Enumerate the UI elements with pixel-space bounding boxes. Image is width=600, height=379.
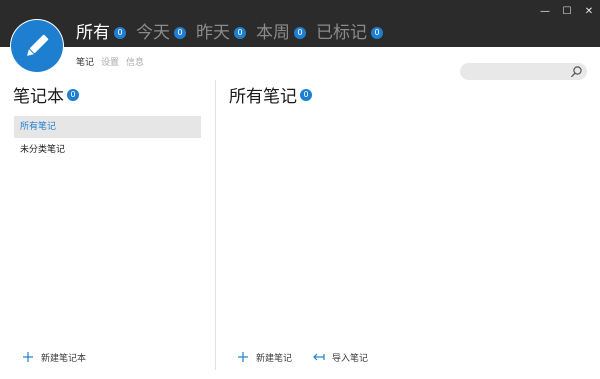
tab-label: 今天 bbox=[136, 23, 170, 43]
subtab-notes[interactable]: 笔记 bbox=[76, 55, 94, 68]
panel-divider bbox=[215, 80, 216, 370]
search-icon[interactable] bbox=[570, 65, 583, 78]
notes-header: 所有笔记 0 bbox=[229, 82, 312, 107]
tab-yesterday[interactable]: 昨天 0 bbox=[196, 23, 246, 43]
sub-tabs: 笔记 设置 信息 bbox=[76, 55, 151, 68]
notebook-item-all-notes[interactable]: 所有笔记 bbox=[14, 116, 201, 138]
search-box bbox=[460, 63, 587, 80]
notebook-item-uncategorized[interactable]: 未分类笔记 bbox=[14, 139, 201, 161]
tab-label: 已标记 bbox=[316, 23, 367, 43]
plus-icon bbox=[238, 352, 248, 362]
plus-icon bbox=[23, 352, 33, 362]
tab-today[interactable]: 今天 0 bbox=[136, 23, 186, 43]
notebooks-title: 笔记本 bbox=[13, 87, 64, 107]
tab-label: 昨天 bbox=[196, 23, 230, 43]
notes-title: 所有笔记 bbox=[229, 87, 297, 107]
import-arrow-icon bbox=[313, 353, 325, 361]
count-badge: 0 bbox=[67, 88, 79, 101]
tab-label: 本周 bbox=[256, 23, 290, 43]
tab-marked[interactable]: 已标记 0 bbox=[316, 23, 383, 43]
new-note-button[interactable]: 新建笔记 bbox=[235, 349, 292, 365]
import-note-label: 导入笔记 bbox=[332, 353, 369, 364]
count-badge: 0 bbox=[234, 27, 246, 39]
close-button[interactable]: ✕ bbox=[578, 0, 600, 22]
maximize-button[interactable]: ☐ bbox=[556, 0, 578, 22]
title-bar: 所有 0 今天 0 昨天 0 本周 0 已标记 0 — ☐ ✕ bbox=[0, 0, 600, 47]
filter-tabs: 所有 0 今天 0 昨天 0 本周 0 已标记 0 bbox=[76, 20, 393, 46]
tab-all[interactable]: 所有 0 bbox=[76, 23, 126, 43]
count-badge: 0 bbox=[371, 27, 383, 39]
import-note-button[interactable]: 导入笔记 bbox=[311, 349, 368, 365]
count-badge: 0 bbox=[300, 88, 312, 101]
count-badge: 0 bbox=[294, 27, 306, 39]
app-logo[interactable] bbox=[11, 20, 63, 72]
count-badge: 0 bbox=[174, 27, 186, 39]
new-notebook-label: 新建笔记本 bbox=[41, 353, 87, 364]
new-notebook-button[interactable]: 新建笔记本 bbox=[20, 349, 86, 365]
new-note-label: 新建笔记 bbox=[256, 353, 293, 364]
subtab-settings[interactable]: 设置 bbox=[101, 55, 119, 68]
count-badge: 0 bbox=[114, 27, 126, 39]
notebook-list: 所有笔记 未分类笔记 bbox=[14, 116, 201, 162]
tab-label: 所有 bbox=[76, 23, 110, 43]
pencil-icon bbox=[27, 34, 49, 56]
window-controls: — ☐ ✕ bbox=[534, 0, 600, 22]
tab-this-week[interactable]: 本周 0 bbox=[256, 23, 306, 43]
subtab-info[interactable]: 信息 bbox=[126, 55, 144, 68]
search-input[interactable] bbox=[468, 64, 568, 79]
notebooks-header: 笔记本 0 bbox=[13, 82, 79, 107]
minimize-button[interactable]: — bbox=[534, 0, 556, 22]
